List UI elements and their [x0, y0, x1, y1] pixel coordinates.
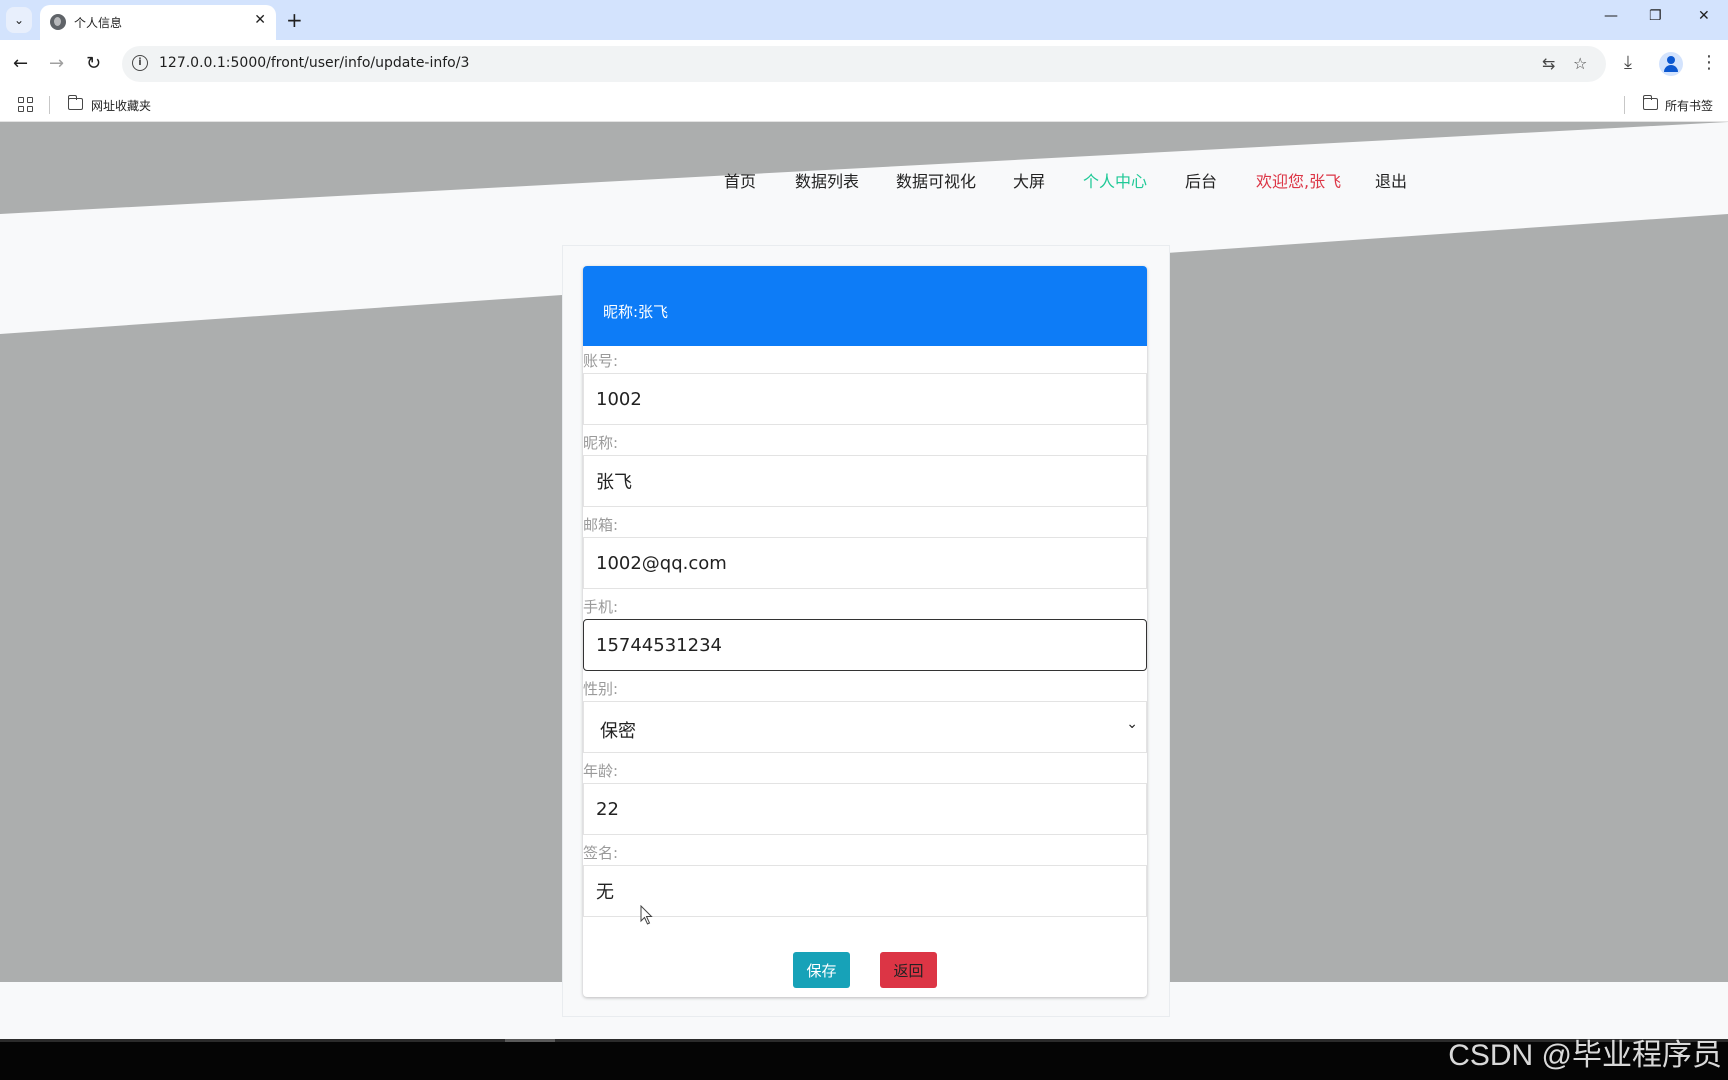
globe-icon	[50, 14, 66, 30]
all-bookmarks[interactable]: 所有书签	[1665, 97, 1713, 114]
more-menu-icon[interactable]: ⋮	[1700, 52, 1718, 73]
gender-select[interactable]: 保密 ⌄	[583, 701, 1147, 753]
translate-icon[interactable]: ⇆	[1542, 54, 1555, 73]
gender-selected-value: 保密	[600, 721, 636, 742]
profile-avatar-icon[interactable]	[1659, 52, 1683, 76]
close-window-button[interactable]: ✕	[1698, 8, 1710, 24]
back-arrow-icon[interactable]: ←	[13, 53, 28, 74]
profile-form: 昵称:张飞 账号: 昵称: 邮箱: 手机: 性别: 保密 ⌄ 年龄: 签名: 保…	[583, 266, 1147, 997]
nav-home[interactable]: 首页	[724, 168, 756, 192]
folder-icon	[67, 95, 83, 110]
profile-header-title: 昵称:张飞	[603, 303, 669, 321]
download-icon[interactable]: ⤓	[1624, 52, 1632, 73]
address-bar[interactable]: i 127.0.0.1:5000/front/user/info/update-…	[122, 46, 1606, 82]
forward-arrow-icon[interactable]: →	[49, 53, 64, 74]
signature-label: 签名:	[583, 844, 619, 862]
site-info-icon[interactable]: i	[132, 55, 148, 71]
nav-logout[interactable]: 退出	[1375, 168, 1407, 192]
restore-button[interactable]: ❐	[1649, 8, 1662, 24]
email-input[interactable]	[583, 537, 1147, 589]
reload-icon[interactable]: ↻	[86, 53, 101, 74]
top-navigation: 首页 数据列表 数据可视化 大屏 个人中心 后台 欢迎您,张飞 退出	[0, 168, 1728, 198]
mouse-cursor-icon	[640, 905, 653, 925]
phone-label: 手机:	[583, 598, 619, 616]
page-viewport: 首页 数据列表 数据可视化 大屏 个人中心 后台 欢迎您,张飞 退出 昵称:张飞…	[0, 122, 1728, 1039]
nav-admin[interactable]: 后台	[1185, 168, 1217, 192]
email-label: 邮箱:	[583, 516, 619, 534]
watermark-text: CSDN @毕业程序员	[1448, 1039, 1722, 1072]
bookmarks-bar: 网址收藏夹 所有书签	[0, 88, 1728, 122]
bookmarks-divider	[49, 96, 50, 114]
profile-card: 昵称:张飞 账号: 昵称: 邮箱: 手机: 性别: 保密 ⌄ 年龄: 签名: 保…	[562, 245, 1170, 1017]
bookmark-folder-favorites[interactable]: 网址收藏夹	[91, 97, 151, 114]
chevron-down-icon: ⌄	[13, 13, 25, 27]
browser-tab-strip: ⌄ 个人信息 ✕ + — ❐ ✕	[0, 0, 1728, 40]
phone-input[interactable]	[583, 619, 1147, 671]
nav-big-screen[interactable]: 大屏	[1013, 168, 1045, 192]
account-input[interactable]	[583, 373, 1147, 425]
taskbar-indicator	[505, 1039, 555, 1042]
bookmark-star-icon[interactable]: ☆	[1573, 54, 1587, 73]
url-text[interactable]: 127.0.0.1:5000/front/user/info/update-in…	[159, 55, 469, 71]
signature-input[interactable]	[583, 865, 1147, 917]
folder-icon	[1642, 95, 1658, 110]
minimize-button[interactable]: —	[1604, 8, 1618, 24]
tab-search-button[interactable]: ⌄	[6, 7, 32, 33]
browser-toolbar: ← → ↻ i 127.0.0.1:5000/front/user/info/u…	[0, 40, 1728, 88]
browser-tab[interactable]: 个人信息 ✕	[40, 5, 276, 40]
nav-data-visualization[interactable]: 数据可视化	[896, 168, 976, 192]
nickname-label: 昵称:	[583, 434, 619, 452]
nav-data-list[interactable]: 数据列表	[795, 168, 859, 192]
nav-personal-center[interactable]: 个人中心	[1083, 168, 1147, 192]
gender-label: 性别:	[583, 680, 619, 698]
tab-title: 个人信息	[74, 16, 123, 30]
apps-grid-icon[interactable]	[18, 97, 33, 112]
save-button[interactable]: 保存	[793, 952, 850, 988]
account-label: 账号:	[583, 352, 619, 370]
back-button[interactable]: 返回	[880, 952, 937, 988]
bookmarks-divider	[1624, 96, 1625, 114]
age-label: 年龄:	[583, 762, 619, 780]
profile-header: 昵称:张飞	[583, 266, 1147, 346]
age-input[interactable]	[583, 783, 1147, 835]
tab-close-icon[interactable]: ✕	[254, 12, 266, 28]
nav-welcome-user[interactable]: 欢迎您,张飞	[1256, 168, 1341, 192]
new-tab-button[interactable]: +	[286, 8, 303, 32]
chevron-down-icon: ⌄	[1126, 716, 1138, 732]
nickname-input[interactable]	[583, 455, 1147, 507]
